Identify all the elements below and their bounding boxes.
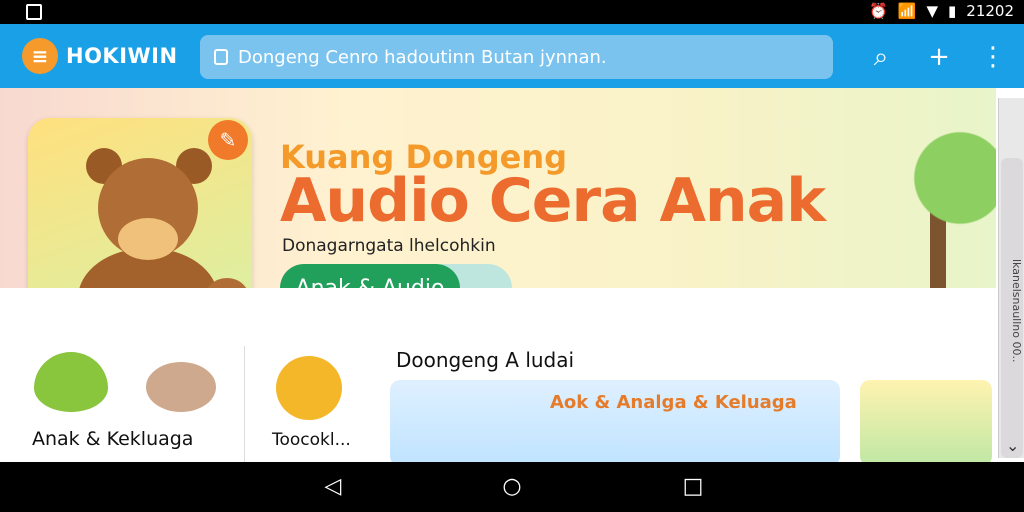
side-panel[interactable]: lkanelsnaullno 00..	[998, 98, 1024, 458]
mouse-icon[interactable]	[146, 362, 216, 412]
category-label-1[interactable]: Anak & Kekluaga	[32, 428, 193, 450]
search-input[interactable]	[238, 46, 798, 68]
tree-illustration	[870, 98, 996, 288]
app-bar: ≡ HOKIWIN ⌕ + ⋮	[0, 24, 1024, 88]
back-icon[interactable]: ◁	[318, 472, 348, 502]
side-tab[interactable]: lkanelsnaullno 00..	[1001, 158, 1023, 458]
brand[interactable]: ≡ HOKIWIN	[22, 38, 178, 74]
chevron-down-icon[interactable]: ⌄	[1006, 436, 1019, 455]
signal-icon: ▼	[926, 2, 939, 20]
hero-title-2: Audio Cera Anak	[280, 166, 826, 236]
logo-icon: ≡	[22, 38, 58, 74]
alarm-icon: ⏰	[869, 2, 888, 20]
divider	[244, 346, 245, 462]
card-title: Aok & Analga & Keluaga	[550, 392, 797, 413]
lock-icon	[214, 49, 228, 65]
search-icon[interactable]: ⌕	[864, 40, 898, 74]
chick-icon[interactable]	[276, 356, 342, 420]
add-icon[interactable]: +	[922, 40, 956, 74]
nav-bar: ◁ ○ □	[0, 462, 1024, 512]
more-icon[interactable]: ⋮	[976, 40, 1010, 74]
time: 21202	[966, 2, 1014, 20]
status-bar: ⏰ 📶 ▼ ▮ 21202	[0, 0, 1024, 24]
wifi-icon: 📶	[897, 2, 917, 20]
battery-icon: ▮	[948, 2, 957, 20]
gallery-icon	[26, 4, 42, 20]
story-card-1[interactable]: Aok & Analga & Keluaga	[390, 380, 840, 466]
section-title: Doongeng A ludai	[396, 348, 575, 372]
search-bar[interactable]	[200, 35, 833, 79]
category-label-2[interactable]: Toocokl...	[272, 430, 351, 450]
recents-icon[interactable]: □	[678, 472, 708, 502]
app-name: HOKIWIN	[66, 44, 178, 68]
home-icon[interactable]: ○	[497, 472, 527, 502]
story-card-2[interactable]	[860, 380, 992, 466]
rocket-icon[interactable]: ✎	[208, 120, 248, 160]
hero-subtitle: Donagarngata lhelcohkin	[282, 236, 496, 256]
